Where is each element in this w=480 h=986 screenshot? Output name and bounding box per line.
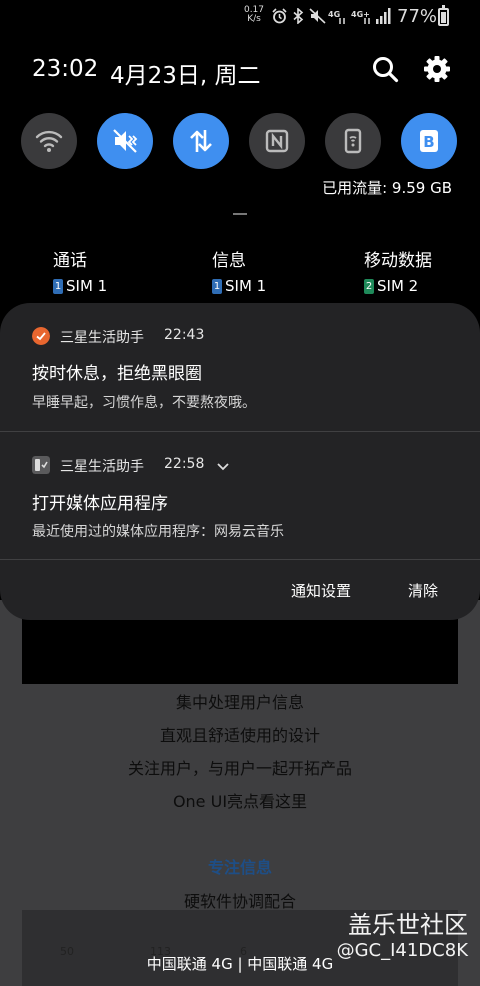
notification-text: 早睡早起，习惯作息，不要熬夜哦。: [32, 395, 256, 411]
notification-title: 打开媒体应用程序: [32, 494, 168, 514]
status-bar: 0.17 K/s 4G 4G+ 77%: [0, 0, 480, 34]
mute-icon: [309, 8, 326, 24]
bg-text-line: One UI亮点看这里: [172, 792, 308, 811]
shortcut-call[interactable]: 通话 1 SIM 1: [53, 246, 107, 295]
watermark-user: @GC_I41DC8K: [336, 940, 468, 961]
sim-label: SIM 1: [66, 277, 108, 295]
sim-badge: 2: [364, 278, 374, 294]
shortcut-messages[interactable]: 信息 1 SIM 1: [212, 246, 266, 295]
clear-button[interactable]: 清除: [408, 580, 438, 601]
sound-toggle[interactable]: [97, 113, 153, 169]
gear-icon[interactable]: [422, 54, 452, 84]
panel-handle[interactable]: [233, 213, 247, 215]
4g-icon: 4G: [328, 10, 345, 24]
nfc-toggle[interactable]: [249, 113, 305, 169]
bg-link[interactable]: 专注信息: [0, 854, 480, 878]
4g-plus-icon: 4G+: [351, 10, 370, 24]
shortcut-mobile-data[interactable]: 移动数据 2 SIM 2: [364, 246, 432, 295]
mute-icon: [113, 129, 138, 153]
notification-settings-button[interactable]: 通知设置: [291, 580, 351, 601]
wifi-icon: [35, 130, 63, 152]
notification-app-name: 三星生活助手: [60, 459, 144, 475]
watermark-brand: 盖乐世社区: [348, 911, 468, 939]
notification-title: 按时休息，拒绝黑眼圈: [32, 364, 202, 384]
bluetooth-icon: [293, 8, 304, 24]
signal-icon: [376, 8, 391, 24]
nfc-icon: [265, 129, 289, 153]
network-speed: 0.17 K/s: [243, 5, 265, 24]
bixby-toggle[interactable]: B: [401, 113, 457, 169]
notification-text: 最近使用过的媒体应用程序：网易云音乐: [32, 524, 284, 540]
shortcut-title: 通话: [53, 251, 87, 271]
wifi-toggle[interactable]: [21, 113, 77, 169]
sim-label: SIM 2: [377, 277, 419, 295]
bg-banner: [22, 612, 458, 684]
data-usage: 已用流量: 9.59 GB: [322, 179, 452, 197]
search-icon[interactable]: [370, 54, 400, 84]
battery-percentage: 77%: [397, 6, 438, 27]
date[interactable]: 4月23日, 周二: [110, 56, 261, 90]
notification-time: 22:43: [164, 327, 205, 343]
bg-text-line: 直观且舒适使用的设计: [159, 726, 320, 745]
data-arrows-icon: [190, 130, 212, 152]
notification-time: 22:58: [164, 456, 205, 472]
hotspot-toggle[interactable]: [325, 113, 381, 169]
svg-text:4G: 4G: [328, 10, 340, 19]
app-icon: [32, 456, 50, 474]
hotspot-icon: [344, 128, 362, 154]
battery-icon: [438, 5, 449, 26]
svg-text:B: B: [423, 133, 434, 151]
notification-app-name: 三星生活助手: [60, 330, 144, 346]
notification-item[interactable]: 三星生活助手 22:43 按时休息，拒绝黑眼圈 早睡早起，习惯作息，不要熬夜哦。: [0, 303, 480, 431]
notification-item[interactable]: 三星生活助手 22:58 打开媒体应用程序 最近使用过的媒体应用程序：网易云音乐: [0, 432, 480, 559]
mobile-data-toggle[interactable]: [173, 113, 229, 169]
shortcut-title: 移动数据: [364, 251, 432, 271]
bixby-icon: B: [420, 130, 438, 152]
sim-label: SIM 1: [225, 277, 267, 295]
chevron-down-icon[interactable]: [217, 463, 229, 471]
notification-panel: 三星生活助手 22:43 按时休息，拒绝黑眼圈 早睡早起，习惯作息，不要熬夜哦。…: [0, 303, 480, 620]
clock[interactable]: 23:02: [32, 56, 98, 82]
sim-badge: 1: [53, 278, 63, 294]
shortcut-title: 信息: [212, 251, 246, 271]
bg-text-line: 集中处理用户信息: [175, 693, 304, 712]
sim-badge: 1: [212, 278, 222, 294]
divider: [0, 559, 480, 560]
svg-text:4G+: 4G+: [351, 10, 370, 19]
bg-text-line: 关注用户，与用户一起开拓产品: [127, 759, 352, 778]
alarm-icon: [272, 8, 287, 24]
app-icon: [32, 327, 50, 345]
